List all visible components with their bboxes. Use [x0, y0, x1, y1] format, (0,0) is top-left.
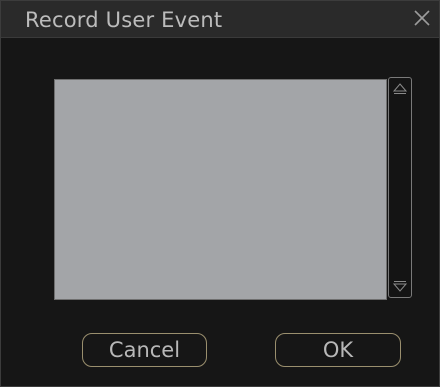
dialog-title: Record User Event — [25, 8, 223, 32]
close-icon[interactable] — [411, 7, 433, 29]
vertical-scrollbar[interactable] — [388, 77, 412, 298]
scroll-up-arrow-icon[interactable] — [393, 83, 407, 95]
scroll-down-arrow-icon[interactable] — [393, 280, 407, 292]
ok-button[interactable]: OK — [275, 333, 401, 367]
title-bar: Record User Event — [1, 1, 439, 38]
cancel-button[interactable]: Cancel — [82, 333, 207, 367]
event-list-area[interactable] — [54, 79, 387, 300]
record-user-event-dialog: Record User Event Cancel OK — [0, 0, 440, 387]
